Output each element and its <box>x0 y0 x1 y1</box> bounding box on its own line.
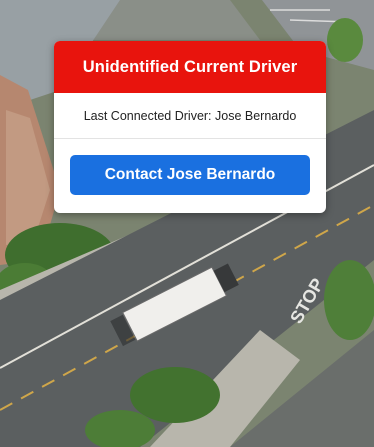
action-row: Contact Jose Bernardo <box>54 139 326 195</box>
app-screen: STOP Unidentified Current Driver Last Co… <box>0 0 374 447</box>
alert-card: Unidentified Current Driver Last Connect… <box>54 41 326 213</box>
alert-header: Unidentified Current Driver <box>54 41 326 93</box>
alert-title: Unidentified Current Driver <box>82 57 298 76</box>
contact-driver-button[interactable]: Contact Jose Bernardo <box>70 155 310 195</box>
driver-info: Last Connected Driver: Jose Bernardo <box>54 93 326 139</box>
last-connected-driver-text: Last Connected Driver: Jose Bernardo <box>83 108 297 123</box>
